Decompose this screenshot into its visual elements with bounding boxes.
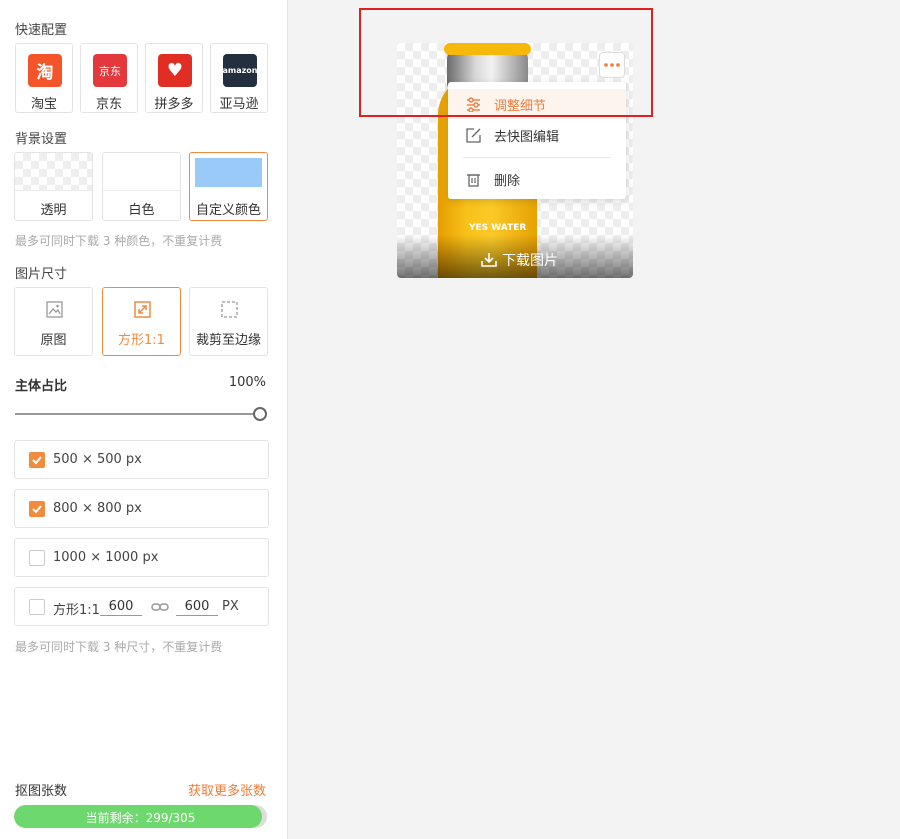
size-hint: 最多可同时下载 3 种尺寸，不重复计费: [15, 640, 223, 654]
platform-label: 亚马逊: [219, 97, 259, 112]
background-label: 白色: [128, 203, 155, 218]
size-original-option[interactable]: 原图: [14, 287, 93, 356]
dimension-option-1000[interactable]: 1000 × 1000 px: [14, 538, 269, 577]
background-white-option[interactable]: 白色: [102, 152, 181, 221]
subject-ratio-slider-thumb[interactable]: [253, 407, 267, 421]
sliders-icon: [467, 97, 480, 112]
platform-label: 京东: [95, 97, 122, 112]
bottle-cap: [444, 43, 531, 55]
get-more-count-link[interactable]: 获取更多张数: [188, 780, 266, 799]
check-icon: [32, 456, 42, 465]
download-icon: [481, 253, 497, 267]
size-title: 图片尺寸: [15, 267, 68, 282]
unit-label: PX: [222, 599, 239, 614]
dimension-label: 500 × 500 px: [53, 452, 142, 467]
size-crop-edge-option[interactable]: 裁剪至边缘: [189, 287, 268, 356]
size-square-option[interactable]: 方形1:1: [102, 287, 181, 356]
checkbox[interactable]: [29, 501, 45, 517]
menu-item-label: 去快图编辑: [494, 130, 560, 145]
remaining-count-progress: 当前剩余：299/305: [14, 805, 267, 828]
check-icon: [32, 505, 42, 514]
dimension-label: 1000 × 1000 px: [53, 550, 159, 565]
menu-item-delete[interactable]: 删除: [448, 164, 626, 194]
cutout-count-title: 抠图张数: [15, 784, 68, 799]
custom-dimension-option[interactable]: 方形1:1 PX: [14, 587, 269, 626]
size-label: 方形1:1: [118, 333, 165, 348]
settings-sidebar: 快速配置 淘 淘宝 京东 京东 ♥ 拼多多 amazon 亚马逊 背景设置 透明…: [0, 0, 288, 839]
white-swatch: [103, 153, 180, 191]
link-icon[interactable]: [151, 600, 169, 614]
edit-icon: [466, 128, 481, 143]
custom-color-swatch: [195, 158, 262, 187]
dimension-option-500[interactable]: 500 × 500 px: [14, 440, 269, 479]
progress-text: 当前剩余：299/305: [85, 811, 196, 825]
trash-icon: [467, 174, 480, 187]
dimension-label: 800 × 800 px: [53, 501, 142, 516]
checkbox[interactable]: [29, 452, 45, 468]
transparent-swatch: [15, 153, 92, 191]
jd-logo-icon: 京东: [93, 54, 127, 87]
subject-ratio-slider-track[interactable]: [15, 413, 261, 415]
background-hint: 最多可同时下载 3 种颜色，不重复计费: [15, 234, 223, 248]
background-title: 背景设置: [15, 132, 68, 147]
more-dots-icon: [604, 63, 620, 67]
checkbox[interactable]: [29, 550, 45, 566]
size-label: 裁剪至边缘: [195, 333, 261, 348]
size-label: 原图: [40, 333, 67, 348]
more-options-menu: 调整细节 去快图编辑 删除: [448, 82, 626, 199]
platform-label: 拼多多: [154, 97, 194, 112]
platform-label: 淘宝: [30, 97, 57, 112]
custom-height-input[interactable]: [176, 597, 218, 616]
subject-ratio-title: 主体占比: [15, 379, 68, 394]
more-options-button[interactable]: [599, 52, 625, 78]
background-label: 自定义颜色: [195, 203, 261, 218]
platform-taobao-button[interactable]: 淘 淘宝: [15, 43, 73, 113]
subject-ratio-value: 100%: [228, 375, 266, 390]
platform-jd-button[interactable]: 京东 京东: [80, 43, 138, 113]
menu-item-quick-edit[interactable]: 去快图编辑: [448, 120, 626, 150]
background-label: 透明: [40, 203, 67, 218]
amazon-logo-icon: amazon: [223, 54, 258, 87]
background-transparent-option[interactable]: 透明: [14, 152, 93, 221]
download-label: 下载图片: [502, 253, 558, 269]
background-custom-color-option[interactable]: 自定义颜色: [189, 152, 268, 221]
checkbox[interactable]: [29, 599, 45, 615]
dimension-option-800[interactable]: 800 × 800 px: [14, 489, 269, 528]
expand-icon: [134, 301, 151, 318]
platform-amazon-button[interactable]: amazon 亚马逊: [210, 43, 268, 113]
custom-width-input[interactable]: [100, 597, 142, 616]
custom-dimension-label: 方形1:1: [53, 603, 100, 618]
pinduoduo-logo-icon: ♥: [158, 54, 192, 87]
image-icon: [46, 301, 63, 318]
menu-divider: [463, 157, 611, 158]
platform-pinduoduo-button[interactable]: ♥ 拼多多: [145, 43, 203, 113]
menu-item-label: 调整细节: [494, 99, 547, 114]
taobao-logo-icon: 淘: [28, 54, 62, 87]
bottle-brand-text: YES WATER: [469, 223, 527, 233]
menu-item-adjust-details[interactable]: 调整细节: [448, 89, 626, 119]
menu-item-label: 删除: [494, 174, 521, 189]
crop-edge-icon: [221, 301, 238, 318]
quick-config-title: 快速配置: [15, 23, 68, 38]
